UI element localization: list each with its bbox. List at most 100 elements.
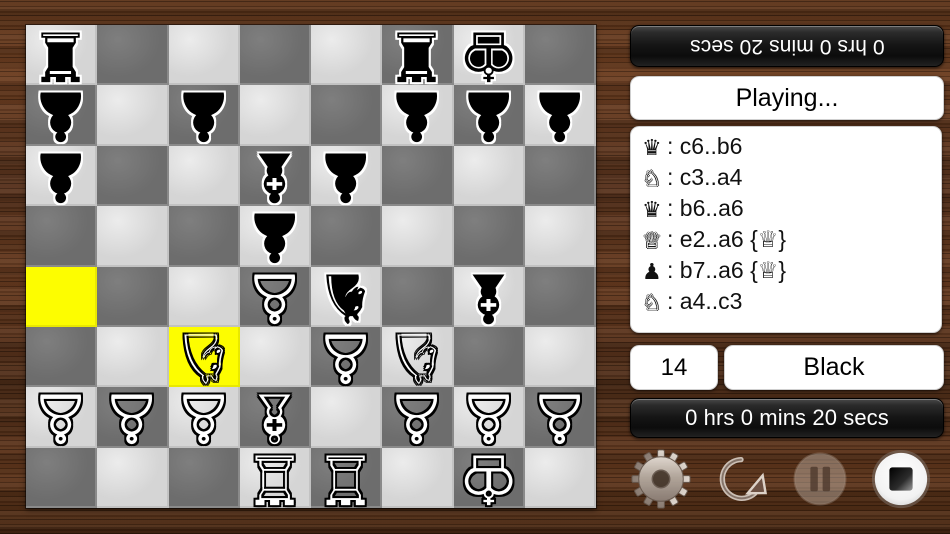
opponent-clock: 0 hrs 0 mins 20 secs <box>630 25 944 67</box>
black-bishop-piece: ♝ <box>457 256 519 336</box>
board-square[interactable]: ♙ <box>453 377 525 457</box>
board-square[interactable] <box>453 145 525 207</box>
white-knight-piece: ♘ <box>172 317 234 397</box>
chess-board-container[interactable]: ♜ ♜ ♚ ♟ ♟ ♟ ♟ ♟ ♟ ♝ ♟ ♟ ♙ ♞ ♝ ♘ ♙ ♘ ♙ ♙ ♙ ♗ ♙ ♙ ♙ ♖ ♖ ♔ <box>26 15 596 517</box>
board-square[interactable]: ♙ <box>239 256 311 336</box>
board-square[interactable] <box>453 206 525 267</box>
board-square[interactable] <box>168 266 240 327</box>
board-square[interactable] <box>97 447 169 508</box>
white-pawn-piece: ♙ <box>172 377 234 457</box>
black-pawn-piece: ♟ <box>243 196 305 276</box>
move-text: : c3..a4 <box>667 164 743 190</box>
board-square[interactable] <box>311 387 383 448</box>
board-square[interactable]: ♟ <box>168 75 240 155</box>
board-square[interactable]: ♖ <box>239 438 311 517</box>
move-text: : b6..a6 <box>667 195 744 221</box>
board-square[interactable] <box>26 447 98 508</box>
board-square[interactable]: ♞ <box>311 256 383 336</box>
board-square[interactable] <box>97 145 169 207</box>
board-square[interactable]: ♖ <box>311 438 383 517</box>
move-list[interactable]: ♛: c6..b6 ♘: c3..a4 ♛: b6..a6 ♕: e2..a6 {♕}… <box>630 126 942 333</box>
board-square[interactable]: ♙ <box>311 317 383 397</box>
chess-board[interactable]: ♜ ♜ ♚ ♟ ♟ ♟ ♟ ♟ ♟ ♝ ♟ ♟ ♙ ♞ ♝ ♘ ♙ ♘ ♙ ♙ ♙ ♗ ♙ ♙ ♙ ♖ ♖ ♔ <box>26 15 596 517</box>
board-square[interactable]: ♗ <box>239 377 311 456</box>
board-square[interactable] <box>97 25 169 86</box>
board-square[interactable] <box>168 447 240 508</box>
white-pawn-piece: ♙ <box>457 377 519 457</box>
black-knight-piece: ♞ <box>315 256 377 336</box>
board-square[interactable]: ♟ <box>382 76 454 155</box>
board-square[interactable]: ♟ <box>453 76 525 155</box>
board-square[interactable] <box>382 447 454 508</box>
black-rook-piece: ♜ <box>386 15 448 95</box>
board-square[interactable] <box>168 25 240 86</box>
white-pawn-piece: ♙ <box>315 317 377 397</box>
board-square[interactable]: ♟ <box>239 196 311 276</box>
move-list-item: ♕: e2..a6 {♕} <box>631 226 941 257</box>
board-square[interactable]: ♔ <box>453 437 525 517</box>
board-square[interactable]: ♙ <box>382 377 454 456</box>
player-clock-label: 0 hrs 0 mins 20 secs <box>685 405 889 430</box>
white-pawn-piece: ♙ <box>101 377 163 457</box>
board-square[interactable] <box>382 145 454 207</box>
board-square[interactable] <box>524 326 596 388</box>
board-square[interactable] <box>26 326 98 388</box>
board-square[interactable] <box>239 25 311 86</box>
black-bishop-piece: ♝ <box>243 135 305 215</box>
board-square[interactable]: ♙ <box>524 377 596 456</box>
move-list-item: ♟: b7..a6 {♕} <box>631 257 941 288</box>
board-square[interactable]: ♙ <box>26 377 98 456</box>
black-pawn-piece: ♟ <box>30 75 92 155</box>
board-square[interactable] <box>168 206 240 267</box>
pause-button[interactable] <box>792 451 848 507</box>
board-square[interactable] <box>97 85 169 146</box>
turn-label: Black <box>803 353 865 381</box>
settings-button[interactable] <box>630 448 692 510</box>
board-square[interactable] <box>311 25 383 86</box>
board-square[interactable] <box>97 266 169 327</box>
board-square[interactable]: ♟ <box>524 76 596 155</box>
board-square[interactable] <box>239 326 311 388</box>
board-square[interactable] <box>311 206 383 267</box>
board-square[interactable] <box>239 85 311 146</box>
board-square[interactable] <box>453 326 525 388</box>
board-square[interactable] <box>524 25 596 86</box>
move-list-item: ♛: b6..a6 <box>631 195 941 226</box>
white-king-piece: ♔ <box>457 437 519 517</box>
board-square[interactable]: ♚ <box>453 15 525 94</box>
board-square[interactable] <box>26 266 98 327</box>
move-piece-icon: ♕ <box>642 229 662 254</box>
board-square[interactable]: ♟ <box>311 136 383 215</box>
board-square[interactable]: ♟ <box>26 136 98 215</box>
board-square[interactable]: ♘ <box>382 317 454 396</box>
board-square[interactable]: ♘ <box>168 317 240 397</box>
board-square[interactable] <box>524 266 596 327</box>
stop-icon <box>871 449 931 509</box>
board-square[interactable] <box>524 145 596 207</box>
board-square[interactable] <box>311 85 383 146</box>
board-square[interactable]: ♝ <box>239 135 311 215</box>
board-square[interactable] <box>97 326 169 388</box>
stop-button[interactable] <box>870 448 932 510</box>
move-piece-icon: ♛ <box>642 136 662 161</box>
restart-button[interactable] <box>710 448 772 510</box>
move-piece-icon: ♛ <box>642 198 662 223</box>
board-square[interactable]: ♜ <box>382 15 454 95</box>
turn-field: Black <box>724 345 944 390</box>
black-pawn-piece: ♟ <box>172 75 234 155</box>
board-square[interactable] <box>168 145 240 207</box>
board-square[interactable]: ♝ <box>453 256 525 336</box>
board-square[interactable] <box>524 206 596 267</box>
board-square[interactable] <box>382 266 454 327</box>
board-square[interactable]: ♟ <box>26 75 98 155</box>
board-square[interactable] <box>26 206 98 267</box>
board-square[interactable] <box>382 206 454 267</box>
board-square[interactable]: ♙ <box>97 377 169 457</box>
move-piece-icon: ♘ <box>642 167 662 192</box>
board-square[interactable] <box>97 206 169 267</box>
board-square[interactable]: ♜ <box>26 15 98 94</box>
white-pawn-piece: ♙ <box>243 256 305 336</box>
board-square[interactable]: ♙ <box>168 377 240 457</box>
move-list-item: ♛: c6..b6 <box>631 133 941 164</box>
board-square[interactable] <box>524 447 596 508</box>
